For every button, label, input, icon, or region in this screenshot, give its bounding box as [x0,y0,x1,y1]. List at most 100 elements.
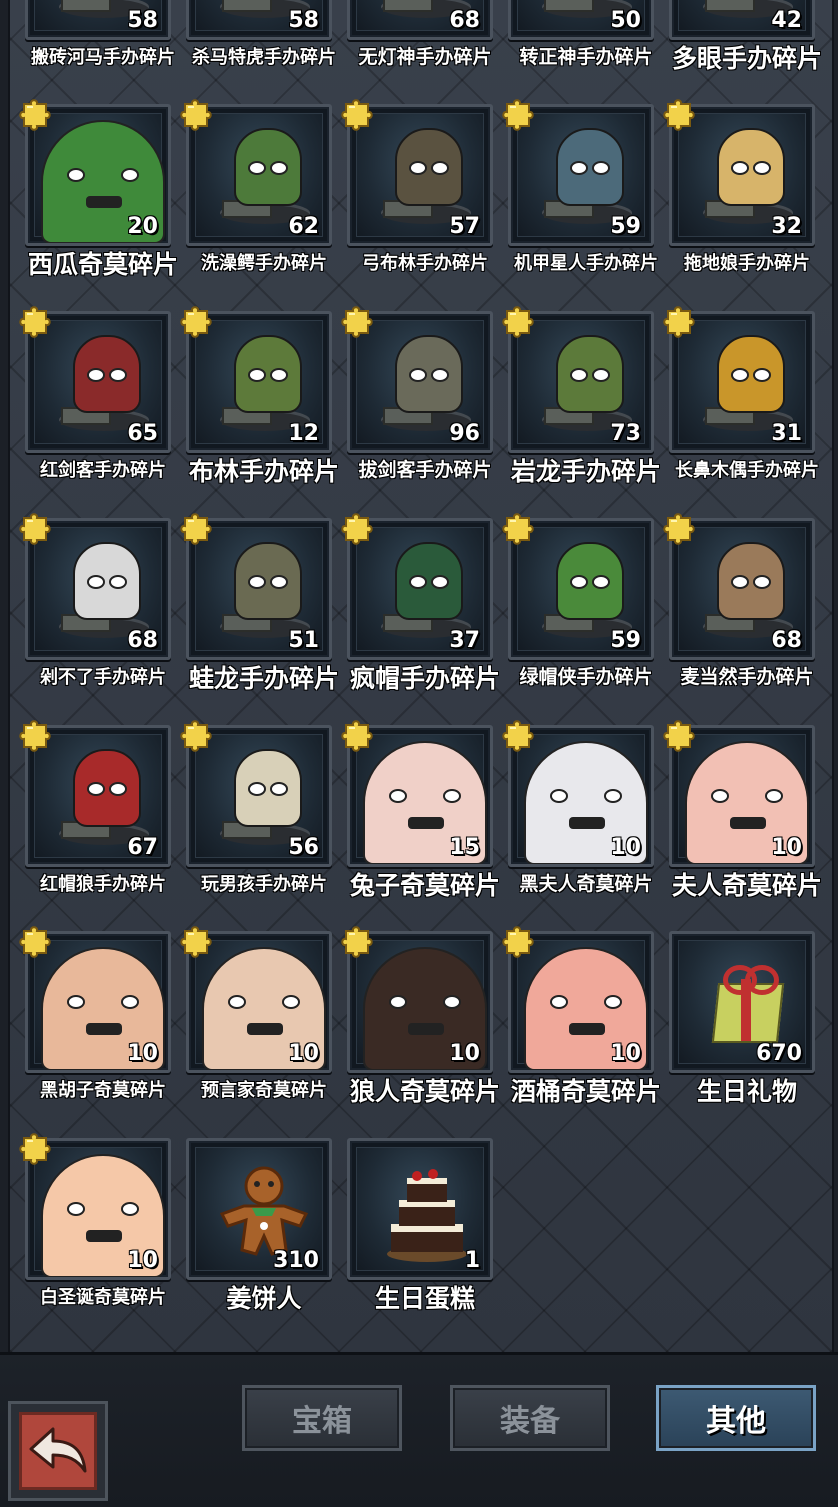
item-label: 弓布林手办碎片 [362,253,488,274]
inventory-item[interactable]: 10 狼人奇莫碎片 [332,925,500,1131]
puzzle-piece-icon [179,305,213,339]
character-figure [73,335,141,413]
puzzle-piece-icon [501,719,535,753]
item-label: 洗澡鳄手办碎片 [201,253,327,274]
inventory-item[interactable]: 50 转正神手办碎片 [493,0,654,98]
item-count: 12 [288,421,319,446]
inventory-item[interactable]: 59 绿帽侠手办碎片 [493,512,654,718]
gift-icon [705,961,785,1043]
inventory-item[interactable]: 59 机甲星人手办碎片 [493,98,658,304]
item-card[interactable]: 50 [508,0,654,40]
item-label: 长鼻木偶手办碎片 [675,460,819,481]
inventory-item[interactable]: 68 剁不了手办碎片 [10,512,171,718]
inventory-item[interactable]: 1 生日蛋糕 [332,1132,493,1338]
item-label: 麦当然手办碎片 [680,666,814,688]
puzzle-piece-icon [662,719,696,753]
inventory-item[interactable]: 10 预言家奇莫碎片 [171,925,332,1131]
inventory-item[interactable]: 51 蛙龙手办碎片 [171,512,339,718]
item-label: 转正神手办碎片 [519,46,653,68]
character-figure [717,335,785,413]
puzzle-piece-icon [179,719,213,753]
inventory-item[interactable]: 10 酒桶奇莫碎片 [493,925,661,1131]
item-label: 狼人奇莫碎片 [349,1077,500,1106]
character-figure [234,749,302,827]
inventory-grid: 58 搬砖河马手办碎片 58 杀马特虎手办碎片 68 无灯神手办碎片 50 转正神手办碎片 42… [8,0,834,1352]
character-figure [73,542,141,620]
inventory-item[interactable]: 10 黑夫人奇莫碎片 [493,719,654,925]
item-card[interactable]: 670 [669,931,815,1073]
puzzle-piece-icon [340,305,374,339]
inventory-item[interactable]: 310 姜饼人 [171,1132,332,1338]
item-card[interactable]: 68 [347,0,493,40]
inventory-item[interactable]: 68 麦当然手办碎片 [654,512,815,718]
inventory-item[interactable]: 56 玩男孩手办碎片 [171,719,332,925]
item-count: 1 [464,1248,480,1273]
item-label: 红帽狼手办碎片 [40,874,166,895]
inventory-item[interactable]: 10 白圣诞奇莫碎片 [10,1132,171,1338]
item-count: 10 [449,1041,480,1066]
puzzle-piece-icon [18,719,52,753]
inventory-item[interactable]: 670 生日礼物 [654,925,815,1131]
inventory-item[interactable]: 20 西瓜奇莫碎片 [10,98,178,304]
inventory-item[interactable]: 58 搬砖河马手办碎片 [10,0,175,98]
item-label: 酒桶奇莫碎片 [510,1077,661,1106]
inventory-item[interactable]: 10 黑胡子奇莫碎片 [10,925,171,1131]
inventory-item[interactable]: 15 兔子奇莫碎片 [332,719,500,925]
inventory-item[interactable]: 58 杀马特虎手办碎片 [171,0,336,98]
item-count: 62 [288,214,319,239]
inventory-item[interactable]: 42 多眼手办碎片 [654,0,822,98]
inventory-item[interactable]: 10 夫人奇莫碎片 [654,719,822,925]
puzzle-piece-icon [18,98,52,132]
tab-chest[interactable]: 宝箱 [242,1385,402,1451]
item-label: 生日蛋糕 [374,1284,475,1313]
item-count: 65 [127,421,158,446]
item-count: 67 [127,835,158,860]
inventory-item[interactable]: 37 疯帽手办碎片 [332,512,500,718]
inventory-item[interactable]: 68 无灯神手办碎片 [332,0,493,98]
inventory-item[interactable]: 12 布林手办碎片 [171,305,339,511]
inventory-item[interactable]: 65 红剑客手办碎片 [10,305,171,511]
item-count: 32 [771,214,802,239]
item-count: 68 [771,628,802,653]
tab-equipment[interactable]: 装备 [450,1385,610,1451]
puzzle-piece-icon [179,98,213,132]
character-figure [556,542,624,620]
item-label: 夫人奇莫碎片 [671,871,822,900]
inventory-item[interactable]: 31 长鼻木偶手办碎片 [654,305,819,511]
character-figure [717,128,785,206]
character-figure [395,335,463,413]
inventory-item[interactable]: 73 岩龙手办碎片 [493,305,661,511]
item-count: 670 [756,1041,802,1066]
inventory-item[interactable]: 62 洗澡鳄手办碎片 [171,98,332,304]
item-label: 多眼手办碎片 [671,44,822,73]
item-count: 58 [288,8,319,33]
back-button[interactable] [8,1401,108,1501]
item-label: 红剑客手办碎片 [40,460,166,481]
item-label: 绿帽侠手办碎片 [519,666,653,688]
inventory-item[interactable]: 57 弓布林手办碎片 [332,98,493,304]
inventory-item[interactable]: 96 拔剑客手办碎片 [332,305,493,511]
puzzle-piece-icon [501,512,535,546]
item-card[interactable]: 42 [669,0,815,40]
character-figure [556,128,624,206]
item-card[interactable]: 58 [25,0,171,40]
inventory-item[interactable]: 67 红帽狼手办碎片 [10,719,171,925]
item-card[interactable]: 58 [186,0,332,40]
inventory-item[interactable]: 32 拖地娘手办碎片 [654,98,815,304]
item-label: 预言家奇莫碎片 [201,1080,327,1101]
puzzle-piece-icon [179,512,213,546]
item-label: 兔子奇莫碎片 [349,871,500,900]
item-label: 剁不了手办碎片 [40,667,166,688]
item-count: 73 [610,421,641,446]
bottom-bar: 宝箱 装备 其他 [0,1352,838,1507]
item-count: 310 [273,1248,319,1273]
character-figure [73,749,141,827]
item-card[interactable]: 1 [347,1138,493,1280]
item-label: 拖地娘手办碎片 [684,253,810,274]
item-label: 疯帽手办碎片 [349,664,500,693]
item-card[interactable]: 310 [186,1138,332,1280]
item-count: 42 [771,8,802,33]
tab-other[interactable]: 其他 [656,1385,816,1451]
item-label: 拔剑客手办碎片 [358,459,492,481]
puzzle-piece-icon [501,925,535,959]
